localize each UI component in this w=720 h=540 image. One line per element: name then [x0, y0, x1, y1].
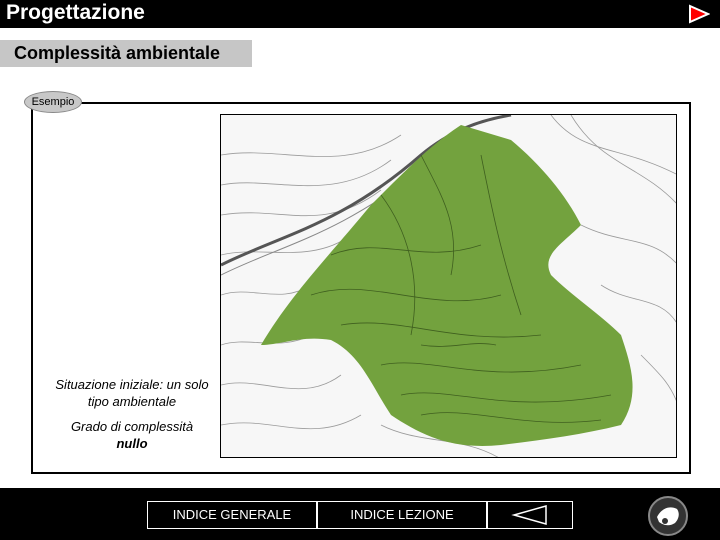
page-title: Progettazione — [6, 1, 145, 24]
bottom-bar: INDICE GENERALE INDICE LEZIONE — [0, 488, 720, 540]
complexity-value: nullo — [116, 436, 148, 451]
map-drawing — [221, 115, 676, 457]
example-badge: Esempio — [24, 91, 82, 113]
complexity-label: Grado di complessità — [70, 419, 194, 434]
top-bar: Progettazione — [0, 0, 720, 28]
complexity-caption: Grado di complessità nullo — [52, 418, 212, 452]
slide-content: Complessità ambientale Esempio Situazion… — [0, 28, 720, 488]
general-index-button[interactable]: INDICE GENERALE — [147, 501, 317, 529]
left-triangle-icon — [511, 505, 547, 525]
lesson-index-button[interactable]: INDICE LEZIONE — [317, 501, 487, 529]
play-triangle-icon[interactable] — [688, 4, 710, 24]
section-subtitle: Complessità ambientale — [0, 40, 252, 67]
back-button[interactable] — [487, 501, 573, 529]
map-caption: Situazione iniziale: un solo tipo ambien… — [55, 377, 209, 409]
topographic-map — [220, 114, 677, 458]
university-logo-icon[interactable] — [647, 495, 689, 537]
